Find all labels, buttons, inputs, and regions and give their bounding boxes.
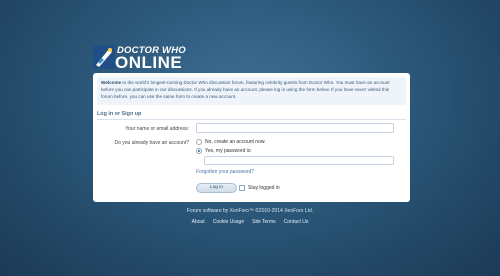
footer-link-about[interactable]: About [192, 219, 205, 225]
section-divider [97, 119, 406, 120]
radio-yes-icon[interactable] [196, 148, 202, 154]
radio-yes-label: Yes, my password is: [205, 148, 252, 154]
radio-no-account[interactable]: No, create an account now. [196, 139, 266, 145]
name-label: Your name or email address: [125, 126, 189, 132]
footer-link-cookie-usage[interactable]: Cookie Usage [213, 219, 244, 225]
radio-has-account[interactable]: Yes, my password is: [196, 148, 252, 154]
stay-logged-in-checkbox[interactable] [239, 185, 245, 191]
footer-links: About Cookie Usage Site Terms Contact Us [0, 219, 500, 225]
site-logo[interactable]: DOCTOR WHO ONLINE [93, 45, 205, 73]
tardis-screwdriver-icon [93, 45, 115, 69]
stay-logged-in[interactable]: Stay logged in [239, 185, 280, 191]
radio-no-label: No, create an account now. [205, 139, 266, 145]
name-input[interactable] [196, 123, 394, 133]
login-panel: Welcome to the world's longest-running D… [93, 73, 410, 202]
footer-link-contact-us[interactable]: Contact Us [284, 219, 309, 225]
section-title: Log in or Sign up [97, 111, 142, 117]
welcome-lead: Welcome [101, 80, 122, 85]
welcome-body: to the world's longest-running Doctor Wh… [101, 80, 390, 99]
welcome-notice: Welcome to the world's longest-running D… [97, 77, 406, 105]
account-question-label: Do you already have an account? [114, 140, 190, 146]
forgot-password-link[interactable]: Forgotten your password? [196, 169, 254, 175]
footer-link-site-terms[interactable]: Site Terms [252, 219, 276, 225]
stay-logged-in-label: Stay logged in [248, 185, 280, 191]
password-input[interactable] [204, 156, 394, 165]
radio-no-icon[interactable] [196, 139, 202, 145]
login-button[interactable]: Log in [196, 183, 237, 193]
logo-text-bottom: ONLINE [115, 53, 183, 72]
footer-credit: Forum software by XenForo™ ©2010-2014 Xe… [186, 208, 314, 214]
